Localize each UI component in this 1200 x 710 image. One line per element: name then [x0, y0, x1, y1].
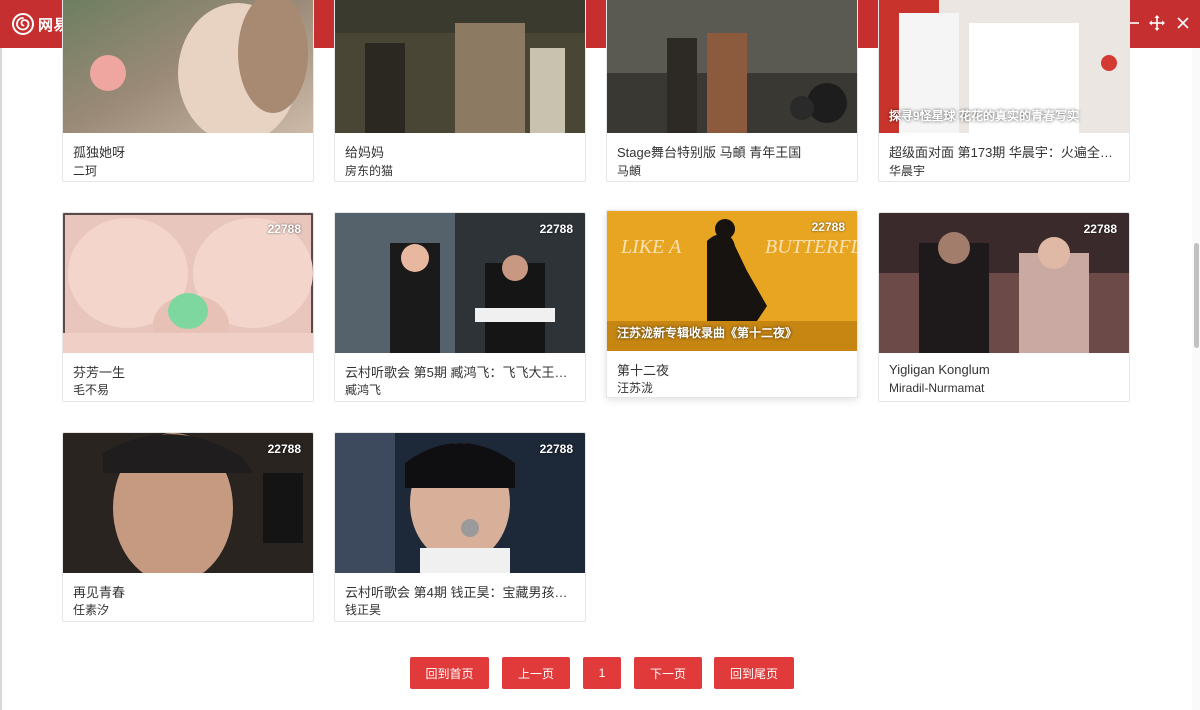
mv-card[interactable]: 22788 云村听歌会 第5期 臧鸿飞：飞飞大王酣畅淋漓 臧鸿飞	[334, 212, 586, 402]
mv-title: 给妈妈	[345, 145, 385, 160]
netease-music-logo-icon	[12, 13, 34, 35]
mv-title: 云村听歌会 第4期 钱正昊：宝藏男孩唱给你听	[345, 585, 577, 600]
view-count: 22788	[539, 222, 573, 236]
mv-artist: 二珂	[73, 164, 98, 178]
mv-artist: 毛不易	[73, 383, 110, 397]
mv-card[interactable]: 给妈妈 房东的猫	[334, 0, 586, 182]
mv-card[interactable]: LIKE A BUTTERFLY 22788 汪苏泷新专辑收录曲《第十二夜》 第…	[606, 210, 858, 398]
mv-thumbnail-caption: 汪苏泷新专辑收录曲《第十二夜》	[617, 326, 798, 340]
mv-card[interactable]: 探寻9怪星球 花花的真实的青春写实 超级面对面 第173期 华晨宇：火遍全国的音…	[878, 0, 1130, 182]
mv-thumbnail	[335, 0, 585, 133]
mv-title: 芬芳一生	[73, 365, 126, 380]
mv-card[interactable]: 22788 Yigligan Konglum Miradil-Nurmamat	[878, 212, 1130, 402]
mv-artist: 房东的猫	[345, 164, 394, 178]
mv-artist: 华晨宇	[889, 164, 926, 178]
close-icon[interactable]	[1174, 14, 1192, 32]
mv-title: 云村听歌会 第5期 臧鸿飞：飞飞大王酣畅淋漓	[345, 365, 577, 380]
prev-page-button[interactable]: 上一页	[502, 657, 570, 689]
move-icon[interactable]	[1148, 14, 1166, 32]
svg-text:BUTTERFLY: BUTTERFLY	[765, 236, 857, 258]
mv-artist: 任素汐	[73, 603, 110, 617]
mv-card[interactable]: 22788 再见青春 任素汐	[62, 432, 314, 622]
mv-artist: 钱正昊	[345, 603, 382, 617]
mv-title: 孤独她呀	[73, 145, 126, 160]
next-page-button[interactable]: 下一页	[634, 657, 702, 689]
view-count: 22788	[1083, 222, 1117, 236]
mv-title: 第十二夜	[617, 363, 670, 378]
mv-artist: 汪苏泷	[617, 381, 654, 395]
scrollbar-thumb[interactable]	[1194, 243, 1199, 348]
view-count: 22788	[267, 442, 301, 456]
mv-card[interactable]: 22788 芬芳一生 毛不易	[62, 212, 314, 402]
view-count: 22788	[811, 220, 845, 234]
mv-title: Stage舞台特别版 马頔 青年王国	[617, 145, 802, 160]
current-page-button[interactable]: 1	[583, 657, 621, 689]
mv-title: 超级面对面 第173期 华晨宇：火遍全国的音乐天才	[889, 145, 1121, 160]
view-count: 22788	[267, 222, 301, 236]
mv-thumbnail-caption: 探寻9怪星球 花花的真实的青春写实	[889, 109, 1080, 123]
mv-artist: 马頔	[617, 164, 642, 178]
last-page-button[interactable]: 回到尾页	[714, 657, 794, 689]
mv-artist: 臧鸿飞	[345, 383, 382, 397]
first-page-button[interactable]: 回到首页	[410, 657, 489, 689]
mv-thumbnail	[607, 0, 857, 133]
mv-title: Yigligan Konglum	[889, 362, 990, 377]
scrollbar-track[interactable]	[1192, 48, 1200, 710]
mv-card[interactable]: Stage舞台特别版 马頔 青年王国 马頔	[606, 0, 858, 182]
window-edge	[0, 48, 2, 710]
mv-card[interactable]: 孤独她呀 二珂	[62, 0, 314, 182]
mv-artist: Miradil-Nurmamat	[889, 381, 985, 395]
mv-thumbnail	[63, 0, 313, 133]
view-count: 22788	[539, 442, 573, 456]
mv-title: 再见青春	[73, 585, 126, 600]
mv-card[interactable]: 22788 云村听歌会 第4期 钱正昊：宝藏男孩唱给你听 钱正昊	[334, 432, 586, 622]
svg-text:LIKE A: LIKE A	[620, 236, 682, 258]
